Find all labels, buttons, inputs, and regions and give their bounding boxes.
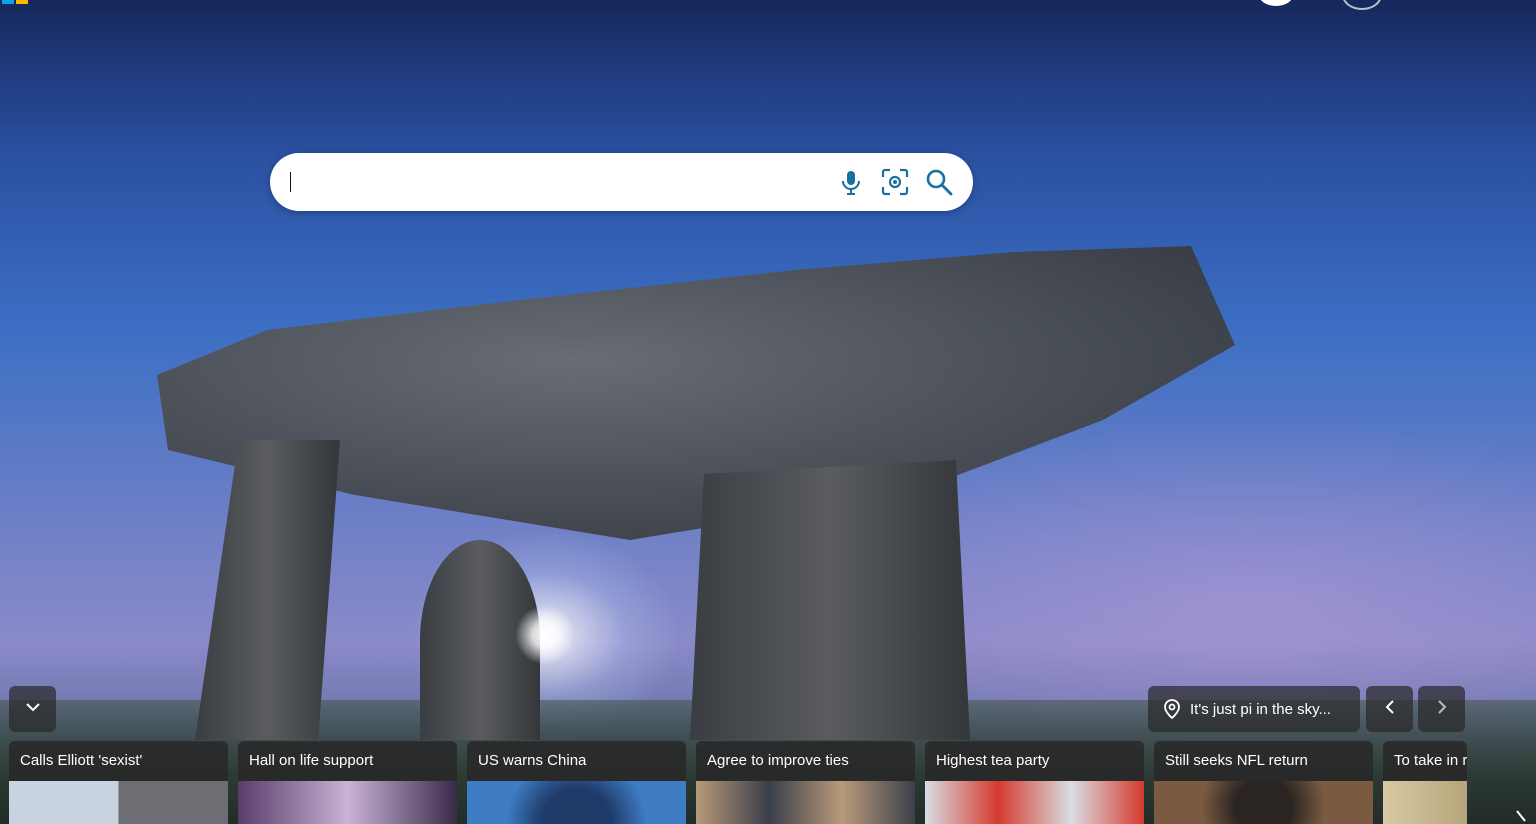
news-thumbnail [696, 781, 915, 824]
news-headline: Calls Elliott 'sexist' [9, 741, 228, 781]
text-caret [290, 172, 291, 192]
news-thumbnail [1383, 781, 1467, 824]
bing-homepage: It's just pi in the sky... Calls Elliott… [0, 0, 1536, 824]
news-thumbnail [238, 781, 457, 824]
news-card[interactable]: To take in r [1383, 741, 1467, 824]
microphone-icon[interactable] [836, 167, 866, 197]
news-card[interactable]: Agree to improve ties [696, 741, 915, 824]
news-headline: Agree to improve ties [696, 741, 915, 781]
news-card[interactable]: US warns China [467, 741, 686, 824]
news-thumbnail [467, 781, 686, 824]
news-thumbnail [1154, 781, 1373, 824]
settings-icon[interactable] [1342, 0, 1382, 10]
visual-search-icon[interactable] [880, 167, 910, 197]
chevron-down-icon [24, 700, 42, 718]
location-pin-icon [1162, 698, 1182, 720]
search-icon[interactable] [924, 167, 954, 197]
rewards-icon[interactable] [1258, 0, 1294, 6]
background-sun-flare [515, 605, 575, 665]
news-headline: Highest tea party [925, 741, 1144, 781]
previous-image-button[interactable] [1366, 686, 1413, 732]
news-card[interactable]: Calls Elliott 'sexist' [9, 741, 228, 824]
background-dolmen-stone [690, 460, 970, 740]
news-thumbnail [925, 781, 1144, 824]
image-info-button[interactable]: It's just pi in the sky... [1148, 686, 1360, 732]
news-headline: Hall on life support [238, 741, 457, 781]
news-headline: Still seeks NFL return [1154, 741, 1373, 781]
news-headline: US warns China [467, 741, 686, 781]
chevron-left-icon [1384, 698, 1396, 721]
image-title: It's just pi in the sky... [1190, 700, 1331, 718]
background-dolmen-stone [195, 440, 340, 740]
news-headline: To take in r [1383, 741, 1467, 781]
news-thumbnail [9, 781, 228, 824]
news-carousel: Calls Elliott 'sexist' Hall on life supp… [9, 741, 1467, 824]
microsoft-logo-icon[interactable] [2, 0, 30, 4]
next-image-button[interactable] [1418, 686, 1465, 732]
scroll-down-icon[interactable] [1515, 805, 1535, 824]
news-card[interactable]: Still seeks NFL return [1154, 741, 1373, 824]
collapse-feed-button[interactable] [9, 686, 56, 732]
news-card[interactable]: Hall on life support [238, 741, 457, 824]
news-card[interactable]: Highest tea party [925, 741, 1144, 824]
search-box [270, 153, 973, 211]
search-input[interactable] [288, 167, 832, 199]
chevron-right-icon [1436, 698, 1448, 721]
